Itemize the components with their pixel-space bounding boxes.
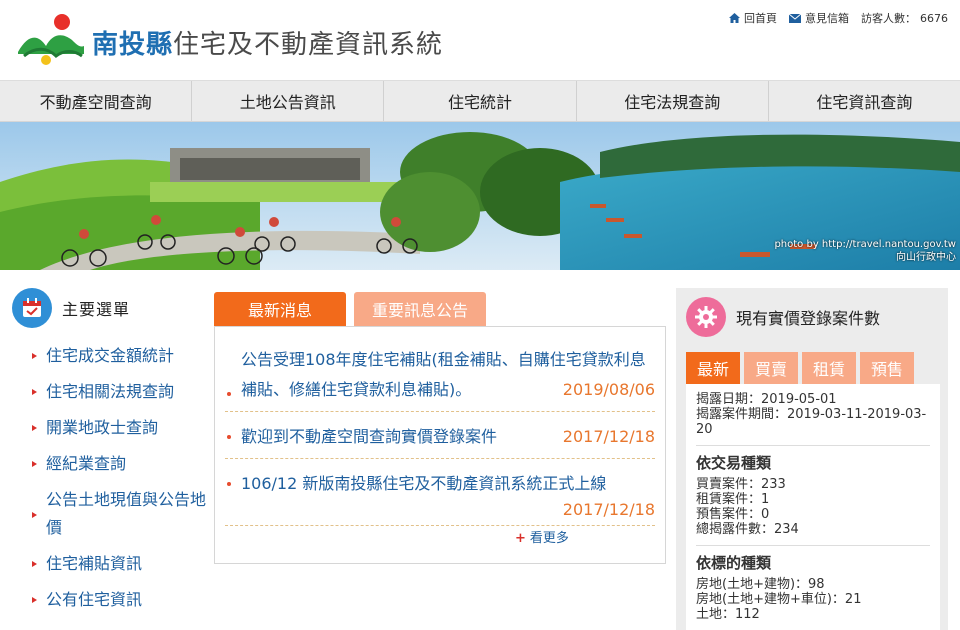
menu-item-label: 住宅相關法規查詢 [46,382,175,401]
bullet-icon [227,435,231,439]
tab-newest[interactable]: 最新 [686,352,740,384]
system-name: 住宅及不動產資訊系統 [173,30,444,60]
caret-right-icon [32,389,37,395]
news-tabs: 最新消息 重要訊息公告 [214,292,666,326]
menu-item-housing-regulations[interactable]: 住宅相關法規查詢 [12,374,208,410]
news-item-title[interactable]: 歡迎到不動產空間查詢實價登錄案件 [241,422,497,452]
stats-title: 現有實價登錄案件數 [736,309,881,328]
menu-item-label: 公告土地現值與公告地價 [46,490,207,537]
top-links: 回首頁 意見信箱 訪客人數： 6676 [729,10,948,26]
news-item[interactable]: 歡迎到不動產空間查詢實價登錄案件 2017/12/18 [225,422,655,459]
news-item-date: 2017/12/18 [562,427,655,446]
county-name: 南投縣 [92,30,174,60]
nav-housing-info[interactable]: 住宅資訊查詢 [769,81,960,121]
tab-latest-news[interactable]: 最新消息 [214,292,346,326]
site-header: 南投縣住宅及不動產資訊系統 回首頁 意見信箱 訪客人數： 6676 [0,0,960,80]
main-menu-list: 住宅成交金額統計 住宅相關法規查詢 開業地政士查詢 經紀業查詢 公告土地現值與公… [12,338,208,618]
news-item-title[interactable]: 106/12 新版南投縣住宅及不動產資訊系統正式上線 [241,469,655,499]
feedback-link-label: 意見信箱 [805,12,849,25]
main-menu-title: 主要選單 [62,300,131,319]
nav-housing-regulations[interactable]: 住宅法規查詢 [577,81,769,121]
caret-right-icon [32,561,37,567]
visitor-label: 訪客人數： [861,12,916,25]
main-nav: 不動產空間查詢 土地公告資訊 住宅統計 住宅法規查詢 住宅資訊查詢 [0,80,960,122]
caret-right-icon [32,512,37,518]
photo-credit-line2: 向山行政中心 [896,252,956,263]
menu-item-housing-subsidy[interactable]: 住宅補貼資訊 [12,546,208,582]
menu-item-label: 經紀業查詢 [46,454,127,473]
by-transaction-type-title: 依交易種類 [696,454,772,472]
land-building-parking-count: 房地(土地+建物+車位)：21 [696,592,862,607]
see-more-link[interactable]: + 看更多 [515,527,569,546]
tab-sale[interactable]: 買賣 [744,352,798,384]
menu-item-label: 公有住宅資訊 [46,590,143,609]
gear-icon [686,297,726,337]
feedback-link[interactable]: 意見信箱 [789,10,849,26]
tab-presale[interactable]: 預售 [860,352,914,384]
stats-tabs: 最新 買賣 租賃 預售 [676,352,948,384]
site-title[interactable]: 南投縣住宅及不動產資訊系統 [92,24,443,61]
caret-right-icon [32,461,37,467]
main-menu-header: 主要選單 [12,288,208,328]
bullet-icon [227,392,231,396]
photo-credit: photo by http://travel.nantou.gov.tw 向山行… [774,238,956,264]
stats-header: 現有實價登錄案件數 [676,288,948,346]
presale-count: 預售案件：0 [696,507,770,522]
news-list: 公告受理108年度住宅補貼(租金補貼、自購住宅貸款利息補貼、修繕住宅貸款利息補貼… [214,326,666,564]
rental-count: 租賃案件：1 [696,492,770,507]
nav-housing-statistics[interactable]: 住宅統計 [384,81,577,121]
visitor-count: 6676 [920,11,948,25]
caret-right-icon [32,425,37,431]
land-count: 土地：112 [696,607,760,622]
tab-rental[interactable]: 租賃 [802,352,856,384]
sale-count: 買賣案件：233 [696,477,786,492]
disclosure-date: 揭露日期：2019-05-01 [696,392,837,407]
news-item[interactable]: 公告受理108年度住宅補貼(租金補貼、自購住宅貸款利息補貼、修繕住宅貸款利息補貼… [225,345,655,412]
nav-land-announcement[interactable]: 土地公告資訊 [192,81,385,121]
visitor-counter: 訪客人數： 6676 [861,10,948,26]
caret-right-icon [32,353,37,359]
stats-content: 揭露日期：2019-05-01 揭露案件期間：2019-03-11-2019-0… [686,384,940,630]
bullet-icon [227,482,231,486]
plus-icon: + [515,531,526,546]
nav-property-space-query[interactable]: 不動產空間查詢 [0,81,193,121]
divider [696,445,930,446]
menu-item-label: 住宅成交金額統計 [46,346,175,365]
main-menu: 主要選單 住宅成交金額統計 住宅相關法規查詢 開業地政士查詢 經紀業查詢 公告土… [12,288,208,618]
calendar-check-icon [12,288,52,328]
divider [696,545,930,546]
total-count: 總揭露件數：234 [696,522,799,537]
disclosure-period: 揭露案件期間：2019-03-11-2019-03-20 [696,407,927,437]
news-panel: 最新消息 重要訊息公告 公告受理108年度住宅補貼(租金補貼、自購住宅貸款利息補… [214,292,666,564]
news-item-date: 2017/12/18 [562,500,655,519]
home-link-label: 回首頁 [744,12,777,25]
menu-item-label: 住宅補貼資訊 [46,554,143,573]
land-building-count: 房地(土地+建物)：98 [696,577,825,592]
tab-important-announcements[interactable]: 重要訊息公告 [354,292,486,326]
news-item[interactable]: 106/12 新版南投縣住宅及不動產資訊系統正式上線 2017/12/18 [225,469,655,526]
home-link[interactable]: 回首頁 [729,10,777,26]
menu-item-label: 開業地政士查詢 [46,418,159,437]
nantou-logo-icon[interactable] [16,10,86,66]
caret-right-icon [32,597,37,603]
menu-item-public-housing[interactable]: 公有住宅資訊 [12,582,208,618]
by-target-type-title: 依標的種類 [696,554,772,572]
photo-credit-line1: photo by http://travel.nantou.gov.tw [774,239,956,250]
home-icon [729,13,740,23]
menu-item-land-values[interactable]: 公告土地現值與公告地價 [12,482,208,546]
menu-item-land-administration-agents[interactable]: 開業地政士查詢 [12,410,208,446]
envelope-icon [789,13,801,23]
see-more-label: 看更多 [529,531,569,546]
hero-banner: photo by http://travel.nantou.gov.tw 向山行… [0,122,960,270]
registration-stats-panel: 現有實價登錄案件數 最新 買賣 租賃 預售 揭露日期：2019-05-01 揭露… [676,288,948,630]
menu-item-housing-transaction-stats[interactable]: 住宅成交金額統計 [12,338,208,374]
menu-item-brokerage-query[interactable]: 經紀業查詢 [12,446,208,482]
